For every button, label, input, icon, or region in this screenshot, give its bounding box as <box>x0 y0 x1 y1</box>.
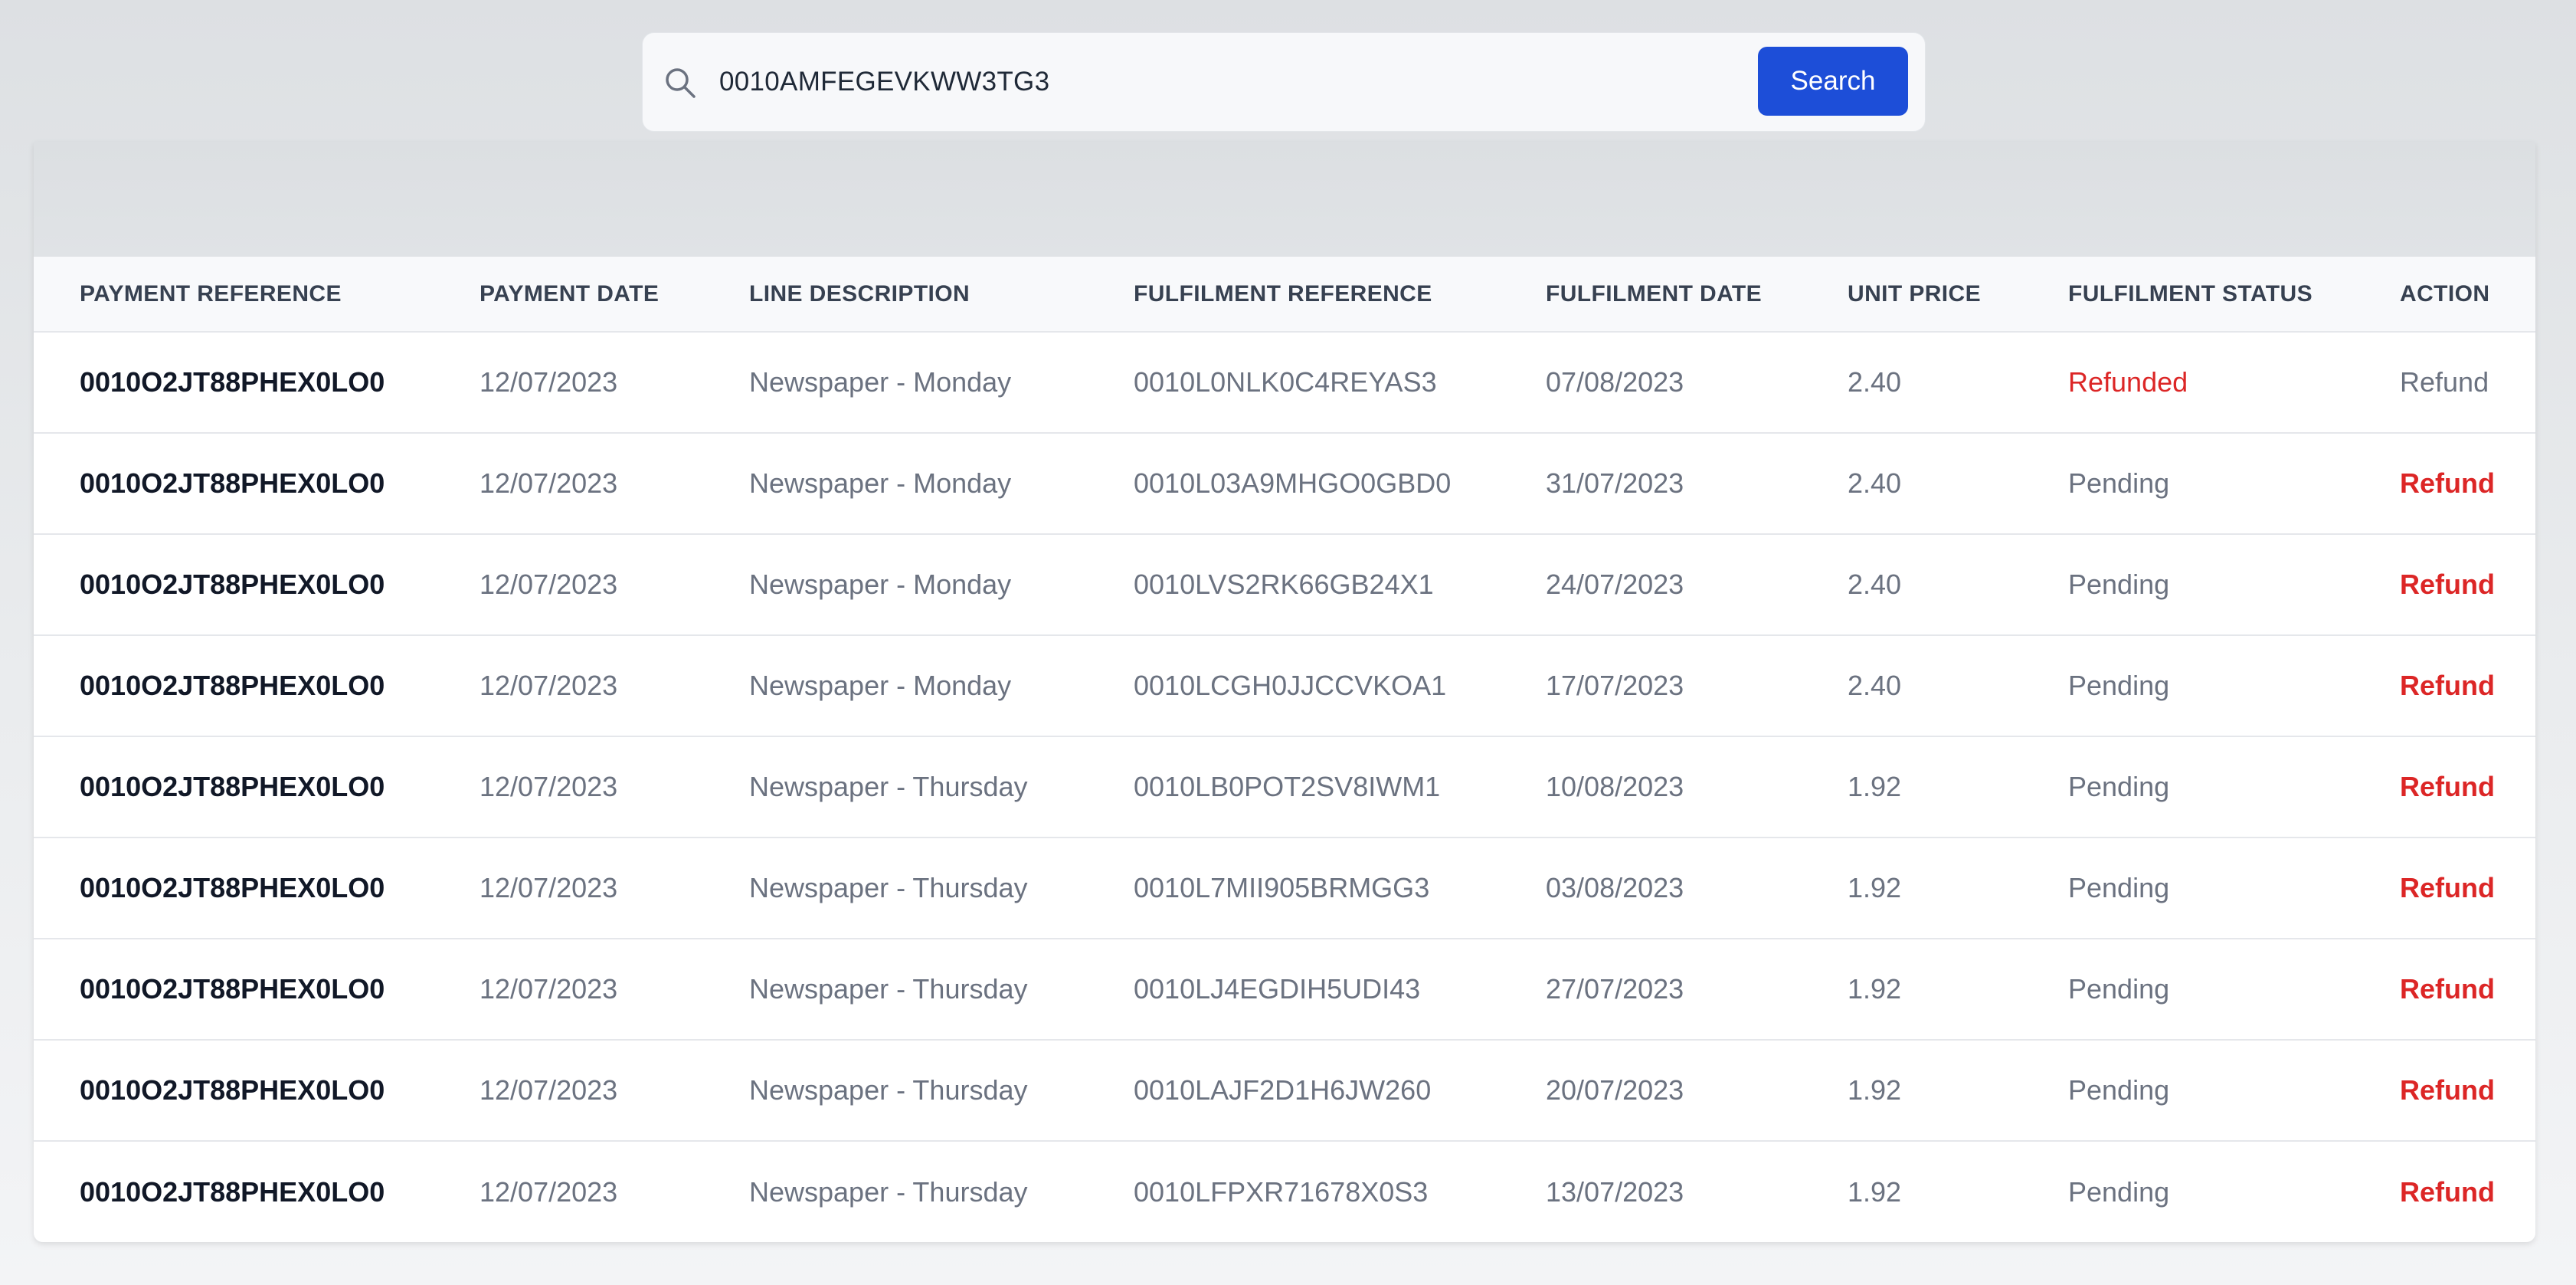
cell-payment-reference: 0010O2JT88PHEX0LO0 <box>80 872 385 903</box>
search-icon <box>663 65 698 100</box>
cell-fulfilment-date: 10/08/2023 <box>1546 771 1684 802</box>
cell-payment-date: 12/07/2023 <box>480 366 618 398</box>
cell-unit-price: 1.92 <box>1848 1074 1902 1106</box>
cell-fulfilment-date: 13/07/2023 <box>1546 1175 1684 1208</box>
cell-payment-date: 12/07/2023 <box>480 771 618 802</box>
refund-button[interactable]: Refund <box>2400 838 2535 939</box>
cell-payment-date: 12/07/2023 <box>480 569 618 600</box>
search-input[interactable]: 0010AMFEGEVKWW3TG3 <box>719 33 1049 131</box>
header-payment-date: PAYMENT DATE <box>480 280 660 306</box>
cell-fulfilment-status: Pending <box>2068 467 2170 499</box>
cell-fulfilment-date: 20/07/2023 <box>1546 1074 1684 1106</box>
cell-line-description: Newspaper - Monday <box>749 670 1012 701</box>
cell-unit-price: 1.92 <box>1848 973 1902 1005</box>
cell-fulfilment-reference: 0010L03A9MHGO0GBD0 <box>1134 467 1452 499</box>
cell-fulfilment-reference: 0010LFPXR71678X0S3 <box>1134 1175 1429 1208</box>
header-payment-reference: PAYMENT REFERENCE <box>80 280 342 306</box>
refund-button[interactable]: Refund <box>2400 736 2535 838</box>
cell-fulfilment-date: 27/07/2023 <box>1546 973 1684 1005</box>
cell-fulfilment-status: Pending <box>2068 771 2170 802</box>
refund-button[interactable]: Refund <box>2400 1040 2535 1141</box>
cell-fulfilment-status: Pending <box>2068 569 2170 600</box>
table-row: 0010O2JT88PHEX0LO0 12/07/2023 Newspaper - … <box>34 1141 2535 1242</box>
results-panel: PAYMENT REFERENCE PAYMENT DATE LINE DESC… <box>34 142 2535 1242</box>
refund-button: Refund <box>2400 366 2489 398</box>
cell-fulfilment-reference: 0010L7MII905BRMGG3 <box>1134 872 1430 903</box>
cell-unit-price: 2.40 <box>1848 569 1902 600</box>
refund-button[interactable]: Refund <box>2400 635 2535 736</box>
cell-line-description: Newspaper - Thursday <box>749 1074 1028 1106</box>
cell-unit-price: 1.92 <box>1848 1175 1902 1208</box>
search-button[interactable]: Search <box>1758 47 1908 116</box>
header-fulfilment-status: FULFILMENT STATUS <box>2068 280 2313 306</box>
cell-line-description: Newspaper - Thursday <box>749 973 1028 1005</box>
cell-fulfilment-reference: 0010LJ4EGDIH5UDI43 <box>1134 973 1421 1005</box>
cell-line-description: Newspaper - Monday <box>749 366 1012 398</box>
cell-payment-date: 12/07/2023 <box>480 973 618 1005</box>
panel-header-area <box>34 142 2535 257</box>
table-row: 0010O2JT88PHEX0LO0 12/07/2023 Newspaper - … <box>34 736 2535 838</box>
table-row: 0010O2JT88PHEX0LO0 12/07/2023 Newspaper - … <box>34 332 2535 433</box>
cell-unit-price: 2.40 <box>1848 366 1902 398</box>
header-action: ACTION <box>2400 280 2490 306</box>
cell-unit-price: 2.40 <box>1848 670 1902 701</box>
refund-button[interactable]: Refund <box>2400 534 2535 635</box>
search-bar: 0010AMFEGEVKWW3TG3 Search <box>642 32 1926 132</box>
cell-fulfilment-reference: 0010L0NLK0C4REYAS3 <box>1134 366 1437 398</box>
cell-fulfilment-reference: 0010LB0POT2SV8IWM1 <box>1134 771 1441 802</box>
cell-line-description: Newspaper - Thursday <box>749 872 1028 903</box>
cell-fulfilment-date: 17/07/2023 <box>1546 670 1684 701</box>
cell-fulfilment-status: Refunded <box>2068 366 2188 398</box>
header-unit-price: UNIT PRICE <box>1848 280 1982 306</box>
cell-payment-reference: 0010O2JT88PHEX0LO0 <box>80 670 385 701</box>
table-header-row: PAYMENT REFERENCE PAYMENT DATE LINE DESC… <box>34 257 2535 332</box>
cell-payment-reference: 0010O2JT88PHEX0LO0 <box>80 366 385 398</box>
cell-fulfilment-status: Pending <box>2068 872 2170 903</box>
cell-payment-reference: 0010O2JT88PHEX0LO0 <box>80 1175 385 1208</box>
table-row: 0010O2JT88PHEX0LO0 12/07/2023 Newspaper - … <box>34 1040 2535 1141</box>
table-row: 0010O2JT88PHEX0LO0 12/07/2023 Newspaper - … <box>34 534 2535 635</box>
cell-unit-price: 2.40 <box>1848 467 1902 499</box>
cell-payment-reference: 0010O2JT88PHEX0LO0 <box>80 1074 385 1106</box>
header-fulfilment-reference: FULFILMENT REFERENCE <box>1134 280 1432 306</box>
cell-fulfilment-date: 03/08/2023 <box>1546 872 1684 903</box>
cell-fulfilment-date: 07/08/2023 <box>1546 366 1684 398</box>
refund-button[interactable]: Refund <box>2400 433 2535 534</box>
cell-payment-reference: 0010O2JT88PHEX0LO0 <box>80 467 385 499</box>
cell-line-description: Newspaper - Thursday <box>749 771 1028 802</box>
cell-line-description: Newspaper - Monday <box>749 467 1012 499</box>
cell-fulfilment-reference: 0010LVS2RK66GB24X1 <box>1134 569 1434 600</box>
cell-payment-date: 12/07/2023 <box>480 872 618 903</box>
cell-unit-price: 1.92 <box>1848 771 1902 802</box>
table-row: 0010O2JT88PHEX0LO0 12/07/2023 Newspaper - … <box>34 939 2535 1040</box>
cell-fulfilment-status: Pending <box>2068 1175 2170 1208</box>
header-line-description: LINE DESCRIPTION <box>749 280 971 306</box>
cell-payment-date: 12/07/2023 <box>480 670 618 701</box>
cell-payment-date: 12/07/2023 <box>480 467 618 499</box>
cell-payment-date: 12/07/2023 <box>480 1175 618 1208</box>
cell-unit-price: 1.92 <box>1848 872 1902 903</box>
cell-payment-reference: 0010O2JT88PHEX0LO0 <box>80 973 385 1005</box>
cell-fulfilment-status: Pending <box>2068 1074 2170 1106</box>
cell-fulfilment-reference: 0010LCGH0JJCCVKOA1 <box>1134 670 1447 701</box>
cell-payment-reference: 0010O2JT88PHEX0LO0 <box>80 569 385 600</box>
cell-fulfilment-status: Pending <box>2068 670 2170 701</box>
cell-fulfilment-status: Pending <box>2068 973 2170 1005</box>
cell-line-description: Newspaper - Monday <box>749 569 1012 600</box>
table-row: 0010O2JT88PHEX0LO0 12/07/2023 Newspaper - … <box>34 635 2535 736</box>
header-fulfilment-date: FULFILMENT DATE <box>1546 280 1763 306</box>
refund-button[interactable]: Refund <box>2400 1141 2535 1242</box>
refund-button[interactable]: Refund <box>2400 939 2535 1040</box>
fulfilment-table: PAYMENT REFERENCE PAYMENT DATE LINE DESC… <box>34 257 2535 1242</box>
table-row: 0010O2JT88PHEX0LO0 12/07/2023 Newspaper - … <box>34 838 2535 939</box>
table-row: 0010O2JT88PHEX0LO0 12/07/2023 Newspaper - … <box>34 433 2535 534</box>
cell-line-description: Newspaper - Thursday <box>749 1175 1028 1208</box>
cell-payment-date: 12/07/2023 <box>480 1074 618 1106</box>
cell-payment-reference: 0010O2JT88PHEX0LO0 <box>80 771 385 802</box>
cell-fulfilment-date: 24/07/2023 <box>1546 569 1684 600</box>
cell-fulfilment-date: 31/07/2023 <box>1546 467 1684 499</box>
cell-fulfilment-reference: 0010LAJF2D1H6JW260 <box>1134 1074 1432 1106</box>
